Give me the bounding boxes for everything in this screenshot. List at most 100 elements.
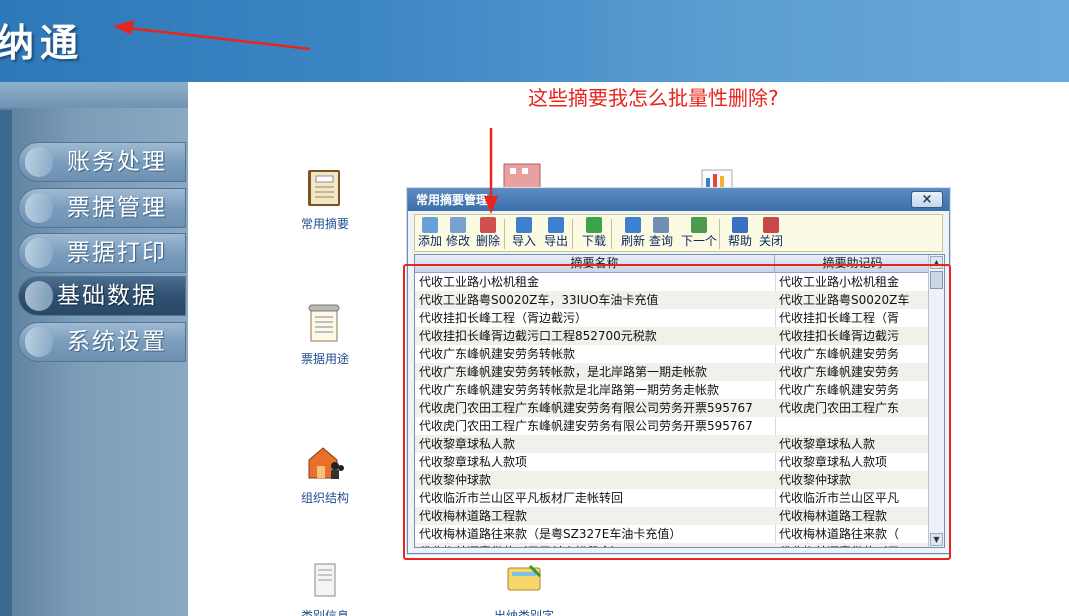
table-row[interactable]: 代收工业路粤S0020Z车，33IUO车油卡充值 代收工业路粤S0020Z车 [415, 291, 929, 309]
cell-summary-name: 代收广东峰帆建安劳务转帐款，是北岸路第一期走帐款 [419, 365, 708, 379]
toolbar-separator [611, 219, 612, 249]
cell-summary-name: 代收黎章球私人款项 [419, 455, 528, 469]
nav-item-cap [25, 193, 53, 223]
toolbar-button-refresh[interactable]: 刷新 [620, 217, 646, 251]
toolbar-button-next[interactable]: 下一个 [678, 217, 720, 251]
vertical-scrollbar[interactable]: ▲ ▼ [928, 255, 944, 547]
toolbar-button-edit[interactable]: 修改 [445, 217, 471, 251]
cell-mnemonic: 代收黎仲球款 [779, 473, 852, 487]
desktop-icon-category-info[interactable]: 类别信息 [285, 560, 365, 616]
nav-item-1[interactable]: 票据管理 [18, 188, 186, 228]
toolbar-button-label: 修改 [445, 234, 470, 248]
delete-icon [480, 217, 496, 233]
nav-item-0[interactable]: 账务处理 [18, 142, 186, 182]
toolbar-separator [572, 219, 573, 249]
cell-mnemonic: 代收广东峰帆建安劳务 [779, 383, 900, 397]
table-row[interactable]: 代收梅林道路工程款 代收梅林道路工程款 [415, 507, 929, 525]
nav-item-cap [25, 147, 53, 177]
toolbar-button-label: 删除 [475, 234, 500, 248]
cell-mnemonic: 代收工业路粤S0020Z车 [779, 293, 910, 307]
table-row[interactable]: 代收虎门农田工程广东峰帆建安劳务有限公司劳务开票595767 [415, 417, 929, 435]
toolbar-button-label: 导出 [543, 234, 568, 248]
nav-item-2[interactable]: 票据打印 [18, 233, 186, 273]
desktop-icon-label: 类别信息 [300, 609, 349, 616]
table-row[interactable]: 代收广东峰帆建安劳务转帐款是北岸路第一期劳务走帐款 代收广东峰帆建安劳务 [415, 381, 929, 399]
nav-item-label: 系统设置 [67, 329, 167, 355]
cell-summary-name: 代收黎仲球款 [419, 473, 492, 487]
table-row[interactable]: 代收虎门农田工程广东峰帆建安劳务有限公司劳务开票595767 代收虎门农田工程广东 [415, 399, 929, 417]
toolbar-button-add[interactable]: 添加 [417, 217, 443, 251]
edit-icon [450, 217, 466, 233]
desktop-icon-org-structure[interactable]: 组织结构 [285, 442, 365, 506]
help-icon [732, 217, 748, 233]
download-icon [586, 217, 602, 233]
nav-stripe [0, 110, 12, 616]
annotation-question: 这些摘要我怎么批量性删除? [528, 86, 779, 110]
table-row[interactable]: 代收黎章球私人款项 代收黎章球私人款项 [415, 453, 929, 471]
notepad-icon [308, 304, 340, 342]
summary-grid: 摘要名称 摘要助记码 代收工业路小松机租金 代收工业路小松机租金 代收工业路粤S00… [414, 254, 945, 548]
column-header-summary-name[interactable]: 摘要名称 [415, 255, 775, 273]
toolbar-button-label: 帮助 [727, 234, 752, 248]
desktop-icon-cashier-category[interactable]: 出纳类别字 [484, 560, 564, 616]
table-row[interactable]: 代收梅林沥青借款（用于付小松租金） 代收梅林沥青借款（用 [415, 543, 929, 547]
cell-summary-name: 代收梅林沥青借款（用于付小松租金） [419, 543, 775, 547]
toolbar-button-close-doc[interactable]: 关闭 [758, 217, 784, 251]
toolbar-button-query[interactable]: 查询 [648, 217, 674, 251]
cell-mnemonic: 代收挂扣长峰胥边截污 [779, 329, 900, 343]
nav-item-3[interactable]: 基础数据 [18, 276, 186, 316]
table-row[interactable]: 代收广东峰帆建安劳务转帐款，是北岸路第一期走帐款 代收广东峰帆建安劳务 [415, 363, 929, 381]
toolbar-button-label: 添加 [417, 234, 442, 248]
table-row[interactable]: 代收临沂市兰山区平凡板材厂走帐转回 代收临沂市兰山区平凡 [415, 489, 929, 507]
cell-mnemonic: 代收梅林沥青借款（用 [779, 543, 929, 547]
table-row[interactable]: 代收广东峰帆建安劳务转帐款 代收广东峰帆建安劳务 [415, 345, 929, 363]
toolbar-button-label: 下一个 [680, 234, 717, 248]
desktop-icon-label: 出纳类别字 [493, 609, 554, 616]
export-icon [548, 217, 564, 233]
cell-summary-name: 代收工业路粤S0020Z车，33IUO车油卡充值 [419, 293, 659, 307]
dialog-title: 常用摘要管理 [416, 193, 489, 207]
scroll-down-button[interactable]: ▼ [930, 533, 943, 546]
refresh-icon [625, 217, 641, 233]
cell-mnemonic: 代收挂扣长峰工程（胥 [779, 311, 900, 325]
cell-mnemonic: 代收临沂市兰山区平凡 [779, 491, 900, 505]
table-row[interactable]: 代收工业路小松机租金 代收工业路小松机租金 [415, 273, 929, 291]
desktop-icon-label: 票据用途 [300, 352, 349, 366]
toolbar-button-download[interactable]: 下载 [581, 217, 607, 251]
toolbar-separator [504, 219, 505, 249]
toolbar-button-delete[interactable]: 删除 [475, 217, 501, 251]
toolbar-button-label: 查询 [648, 234, 673, 248]
toolbar-button-label: 导入 [511, 234, 536, 248]
summary-manager-dialog: 常用摘要管理 × 添加 修改 删除 导入 导出 下载 刷新 查询 下一个 帮助 关闭 摘要名称 摘要… [407, 188, 950, 554]
desktop-icon-common-summary[interactable]: 常用摘要 [285, 168, 365, 232]
toolbar-button-help[interactable]: 帮助 [727, 217, 753, 251]
scroll-icon [314, 563, 336, 597]
toolbar-button-label: 刷新 [620, 234, 645, 248]
toolbar-button-label: 关闭 [758, 234, 783, 248]
column-header-mnemonic[interactable]: 摘要助记码 [776, 255, 929, 273]
toolbar-button-label: 下载 [581, 234, 606, 248]
dialog-close-button[interactable]: × [911, 191, 943, 208]
desktop-icon-label: 组织结构 [300, 491, 349, 505]
header-banner: 纳通 [0, 0, 1069, 82]
cell-summary-name: 代收挂扣长峰工程（胥边截污） [419, 311, 588, 325]
table-row[interactable]: 代收挂扣长峰胥边截污口工程852700元税款 代收挂扣长峰胥边截污 [415, 327, 929, 345]
scroll-thumb[interactable] [930, 271, 943, 289]
table-row[interactable]: 代收梅林道路往来款（是粤SZ327E车油卡充值） 代收梅林道路往来款（ [415, 525, 929, 543]
nav-item-4[interactable]: 系统设置 [18, 322, 186, 362]
chart-pencil-icon [701, 169, 733, 188]
toolbar-button-export[interactable]: 导出 [541, 217, 571, 251]
cell-summary-name: 代收临沂市兰山区平凡板材厂走帐转回 [419, 491, 624, 505]
nav-item-cap [25, 281, 53, 311]
toolbar-button-import[interactable]: 导入 [511, 217, 537, 251]
dialog-titlebar[interactable]: 常用摘要管理 [408, 189, 949, 211]
table-row[interactable]: 代收挂扣长峰工程（胥边截污） 代收挂扣长峰工程（胥 [415, 309, 929, 327]
cell-summary-name: 代收黎章球私人款 [419, 437, 516, 451]
cell-summary-name: 代收工业路小松机租金 [419, 275, 540, 289]
scroll-up-button[interactable]: ▲ [930, 256, 943, 269]
query-icon [653, 217, 669, 233]
table-row[interactable]: 代收黎章球私人款 代收黎章球私人款 [415, 435, 929, 453]
desktop-icon-ticket-usage[interactable]: 票据用途 [285, 303, 365, 367]
cell-mnemonic: 代收广东峰帆建安劳务 [779, 365, 900, 379]
table-row[interactable]: 代收黎仲球款 代收黎仲球款 [415, 471, 929, 489]
